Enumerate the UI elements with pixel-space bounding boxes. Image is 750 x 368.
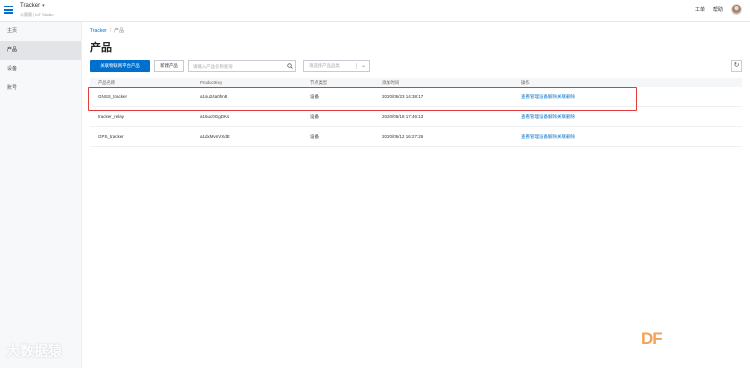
chevron-down-icon[interactable]: ▾ — [42, 3, 45, 9]
select-divider — [356, 63, 357, 69]
app-subtitle: 公版版 | IoT Studio — [20, 12, 54, 17]
refresh-button[interactable]: ↻ — [731, 60, 742, 72]
search-input[interactable] — [189, 61, 281, 71]
added-time: 2020/05/18 17:46:13 — [382, 114, 424, 119]
product-key: a1dxMvnVXdE — [200, 134, 230, 139]
action-separator: | — [568, 134, 570, 139]
action-separator: | — [568, 94, 570, 99]
text-watermark: 大数据猿 — [6, 343, 62, 359]
top-bar: Tracker ▾ 公版版 | IoT Studio 工单 帮助 — [0, 0, 750, 22]
product-name: GPS_tracker — [98, 134, 124, 139]
product-key: a1su24a0hn8 — [200, 94, 228, 99]
table-header: 产品名称 ProductKey 节点类型 添加时间 操作 — [90, 78, 742, 87]
action-separator: | — [568, 114, 570, 119]
breadcrumb-root[interactable]: Tracker — [90, 28, 107, 34]
table-row: tracker_relay a16uc0GgDKs 设备 2020/05/18 … — [90, 107, 742, 127]
added-time: 2020/05/12 16:27:25 — [382, 134, 424, 139]
column-header-node-type: 节点类型 — [310, 80, 328, 85]
node-type: 设备 — [310, 134, 319, 139]
row-actions: 查看 | 管理设备 | 解除关联 | 删除 — [521, 107, 575, 127]
ticket-link[interactable]: 工单 — [695, 6, 705, 13]
action-separator: | — [532, 114, 534, 119]
refresh-icon: ↻ — [733, 62, 740, 69]
breadcrumb: Tracker / 产品 — [90, 27, 124, 34]
node-type: 设备 — [310, 94, 319, 99]
product-name: tracker_relay — [98, 114, 125, 119]
row-actions: 查看 | 管理设备 | 解除关联 | 删除 — [521, 87, 575, 107]
view-link[interactable]: 查看 — [521, 114, 530, 119]
search-field — [188, 60, 296, 72]
search-icon[interactable] — [287, 63, 293, 69]
product-table: 产品名称 ProductKey 节点类型 添加时间 操作 GNSS_tracke… — [88, 78, 742, 147]
view-link[interactable]: 查看 — [521, 94, 530, 99]
sidebar-item-accounts[interactable]: 账号 — [0, 79, 81, 98]
help-link[interactable]: 帮助 — [713, 6, 723, 13]
column-header-added-time: 添加时间 — [382, 80, 400, 85]
brand-watermark: DF — [641, 329, 663, 348]
column-header-productkey: ProductKey — [200, 80, 223, 85]
node-type: 设备 — [310, 114, 319, 119]
breadcrumb-separator: / — [109, 28, 112, 34]
header-actions: 工单 帮助 — [695, 4, 742, 15]
product-key: a16uc0GgDKs — [200, 114, 230, 119]
action-separator: | — [532, 134, 534, 139]
sidebar-item-home[interactable]: 主页 — [0, 22, 81, 41]
action-separator: | — [532, 94, 534, 99]
category-select-placeholder: 请选择产品品类 — [309, 63, 340, 68]
create-product-button[interactable]: 新建产品 — [154, 60, 184, 72]
column-header-actions: 操作 — [521, 80, 530, 85]
action-separator: | — [550, 134, 552, 139]
action-separator: | — [550, 94, 552, 99]
product-name: GNSS_tracker — [98, 94, 128, 99]
table-row: GNSS_tracker a1su24a0hn8 设备 2020/05/23 1… — [90, 87, 742, 107]
category-select[interactable]: 请选择产品品类 ⌄ — [303, 60, 370, 72]
menu-icon[interactable] — [4, 6, 13, 14]
added-time: 2020/05/23 14:38:17 — [382, 94, 424, 99]
app-title[interactable]: Tracker ▾ — [20, 3, 45, 9]
app-title-text[interactable]: Tracker — [20, 3, 40, 9]
row-actions: 查看 | 管理设备 | 解除关联 | 删除 — [521, 127, 575, 147]
action-separator: | — [550, 114, 552, 119]
chevron-down-icon: ⌄ — [360, 63, 366, 69]
toolbar: 关联物联网平台产品 新建产品 请选择产品品类 ⌄ ↻ — [90, 60, 742, 72]
page-title: 产品 — [90, 42, 112, 54]
import-product-button[interactable]: 关联物联网平台产品 — [90, 60, 150, 72]
sidebar-item-devices[interactable]: 设备 — [0, 60, 81, 79]
sidebar: 主页 产品 设备 账号 — [0, 22, 82, 368]
main-content: Tracker/产品 产品 关联物联网平台产品 新建产品 请选择产品品类 ⌄ ↻… — [82, 22, 750, 368]
column-header-name: 产品名称 — [98, 80, 116, 85]
avatar[interactable] — [731, 4, 742, 15]
sidebar-item-products[interactable]: 产品 — [0, 41, 81, 60]
table-row: GPS_tracker a1dxMvnVXdE 设备 2020/05/12 16… — [90, 127, 742, 147]
view-link[interactable]: 查看 — [521, 134, 530, 139]
breadcrumb-current: 产品 — [114, 28, 125, 34]
